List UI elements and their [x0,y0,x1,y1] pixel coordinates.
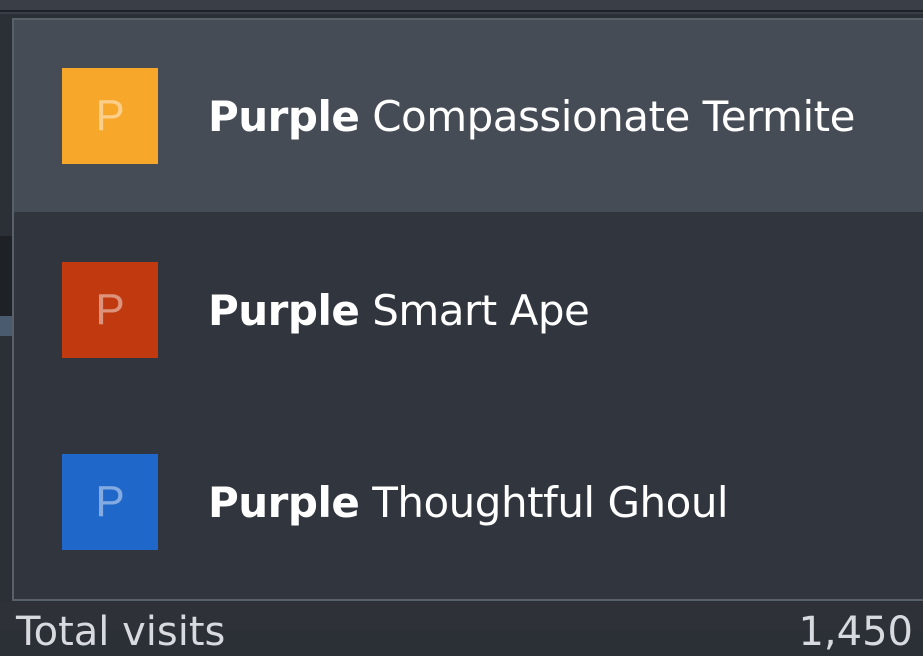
total-visits-label: Total visits [16,609,226,655]
option-rest-text: Thoughtful Ghoul [359,477,729,527]
option-label: Purple Compassionate Termite [208,92,855,141]
avatar: P [62,454,158,550]
background-header [0,0,923,14]
background-sidebar-edge [0,236,12,316]
option-rest-text: Smart Ape [359,285,590,335]
option-label: Purple Thoughtful Ghoul [208,477,729,527]
dropdown-option[interactable]: P Purple Thoughtful Ghoul [14,406,923,598]
avatar: P [62,262,158,358]
avatar: P [62,68,158,164]
option-match-text: Purple [208,285,360,335]
option-match-text: Purple [208,91,360,141]
total-visits-value: 1,450 [798,609,913,655]
option-match-text: Purple [208,477,360,527]
option-label: Purple Smart Ape [208,285,590,335]
dropdown-option[interactable]: P Purple Smart Ape [14,214,923,406]
background-accent-edge [0,316,12,336]
header-divider [0,10,923,12]
option-rest-text: Compassionate Termite [359,91,855,141]
dropdown-option[interactable]: P Purple Compassionate Termite [14,20,923,212]
autocomplete-dropdown: P Purple Compassionate Termite P Purple … [12,18,923,601]
